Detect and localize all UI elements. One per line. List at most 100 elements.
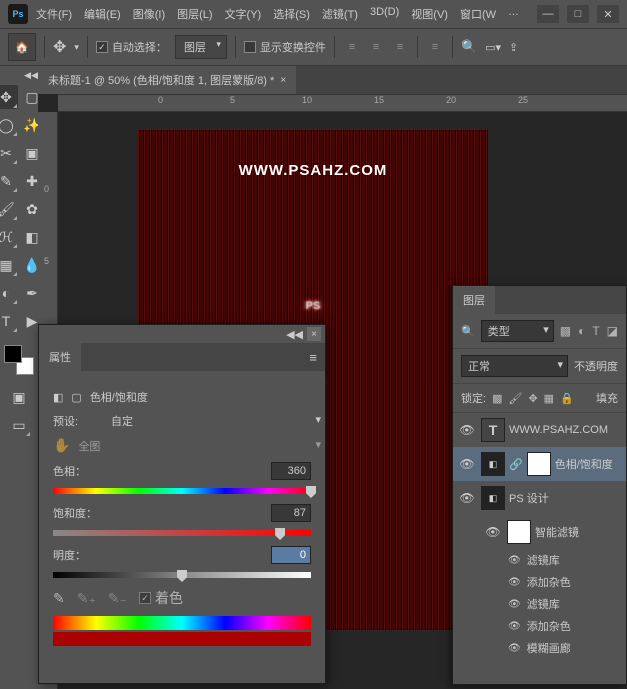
hand-icon[interactable]: ✋	[53, 437, 70, 454]
hue-value[interactable]: 360	[271, 462, 311, 480]
panel-menu-icon[interactable]: ≡	[309, 350, 317, 365]
saturation-value[interactable]: 87	[271, 504, 311, 522]
home-button[interactable]: 🏠	[8, 33, 36, 61]
layers-tab[interactable]: 图层	[453, 286, 495, 314]
hue-slider[interactable]	[53, 488, 311, 494]
hue-gradient-bottom	[53, 632, 311, 646]
lightness-slider[interactable]	[53, 572, 311, 578]
move-tool[interactable]: ✥	[0, 85, 18, 109]
lock-image-icon[interactable]: 🖌	[508, 392, 522, 405]
so-thumb: ◧	[481, 486, 505, 510]
menu-filter[interactable]: 滤镜(T)	[322, 6, 358, 22]
blend-mode-dropdown[interactable]: 正常	[461, 355, 568, 377]
eyedropper-icon[interactable]: ✎	[53, 590, 65, 607]
adjustment-name: 色相/饱和度	[90, 389, 148, 405]
menu-window[interactable]: 窗口(W	[460, 6, 496, 22]
search-icon[interactable]: 🔍	[461, 325, 475, 338]
visibility-icon[interactable]: 👁	[457, 457, 477, 471]
gradient-tool[interactable]: ▦	[0, 253, 18, 277]
document-tab[interactable]: 未标题-1 @ 50% (色相/饱和度 1, 图层蒙版/8) *×	[38, 65, 296, 94]
layer-smartobject[interactable]: 👁 ◧ PS 设计	[453, 481, 626, 515]
eyedropper-tool[interactable]: ✎	[0, 169, 18, 193]
filter-shape-icon[interactable]: ◪	[607, 324, 618, 338]
smart-filter-item[interactable]: 👁模糊画廊	[453, 637, 626, 659]
screen-mode-tool[interactable]: ▭	[7, 413, 31, 437]
eyedropper-sub-icon[interactable]: ✎₋	[108, 590, 127, 607]
color-swatches[interactable]	[4, 345, 34, 375]
channel-dropdown[interactable]: 全图	[78, 438, 311, 454]
lightness-value[interactable]: 0	[271, 546, 311, 564]
align-buttons[interactable]: ≡≡≡	[343, 38, 409, 56]
lock-all-icon[interactable]: 🔒	[560, 392, 574, 405]
menu-file[interactable]: 文件(F)	[36, 6, 72, 22]
ruler-horizontal: 0510152025	[58, 94, 627, 112]
layers-panel: 图层 🔍 类型 ▩ ◐ T ◪ 正常 不透明度 锁定: ▩ 🖌 ✥ ▦ 🔒 填充…	[452, 285, 627, 685]
visibility-icon[interactable]: 👁	[483, 525, 503, 539]
menu-select[interactable]: 选择(S)	[273, 6, 310, 22]
filter-pixel-icon[interactable]: ▩	[560, 324, 571, 338]
smart-filter-item[interactable]: 👁滤镜库	[453, 593, 626, 615]
menu-view[interactable]: 视图(V)	[411, 6, 448, 22]
show-transform-checkbox[interactable]: 显示变换控件	[244, 39, 326, 55]
menu-3d[interactable]: 3D(D)	[370, 6, 399, 22]
layer-adjustment[interactable]: 👁 ◧ 🔗 色相/饱和度	[453, 447, 626, 481]
dodge-tool[interactable]: ◐	[0, 281, 18, 305]
crop-tool[interactable]: ✂	[0, 141, 18, 165]
close-panel-icon[interactable]: ×	[307, 327, 321, 341]
history-brush-tool[interactable]: ℋ	[0, 225, 18, 249]
auto-select-target[interactable]: 图层	[175, 35, 227, 59]
filter-adjust-icon[interactable]: ◐	[578, 324, 585, 338]
saturation-slider[interactable]	[53, 530, 311, 536]
colorize-checkbox[interactable]: ✓着色	[139, 588, 183, 608]
main-menu: 文件(F) 编辑(E) 图像(I) 图层(L) 文字(Y) 选择(S) 滤镜(T…	[36, 6, 537, 22]
layer-text[interactable]: 👁 T WWW.PSAHZ.COM	[453, 413, 626, 447]
document-tabs: 未标题-1 @ 50% (色相/饱和度 1, 图层蒙版/8) *×	[38, 66, 627, 94]
collapse-icon[interactable]: ◀◀	[286, 328, 303, 341]
quickmask-tool[interactable]: ▣	[7, 385, 31, 409]
properties-tab[interactable]: 属性	[39, 343, 81, 371]
lock-position-icon[interactable]: ✥	[528, 392, 537, 405]
minimize-button[interactable]: —	[537, 5, 559, 23]
layer-smartfilters[interactable]: 👁 智能滤镜	[453, 515, 626, 549]
tools-panel: ◀◀ ✥▢ ◯✨ ✂▣ ✎✚ 🖌✿ ℋ◧ ▦💧 ◐✒ T▶ ▣ ▭	[0, 66, 38, 689]
smart-filter-item[interactable]: 👁添加杂色	[453, 571, 626, 593]
share-icon[interactable]: ⇪	[509, 41, 518, 54]
opacity-label: 不透明度	[574, 358, 618, 374]
expand-tools-icon[interactable]: ◀◀	[24, 70, 38, 81]
visibility-icon[interactable]: 👁	[457, 423, 477, 437]
smart-filter-item[interactable]: 👁滤镜库	[453, 549, 626, 571]
auto-select-checkbox[interactable]: ✓自动选择：	[96, 39, 167, 55]
menu-type[interactable]: 文字(Y)	[225, 6, 262, 22]
visibility-icon[interactable]: 👁	[457, 491, 477, 505]
menu-layer[interactable]: 图层(L)	[177, 6, 212, 22]
layer-filter-type[interactable]: 类型	[481, 320, 554, 342]
close-tab-icon[interactable]: ×	[280, 75, 286, 86]
fill-label: 填充	[596, 390, 618, 406]
dropdown-icon[interactable]: ▾	[74, 42, 79, 53]
type-tool[interactable]: T	[0, 309, 18, 333]
smart-filter-item[interactable]: 👁添加杂色	[453, 615, 626, 637]
lightness-label: 明度：	[53, 547, 103, 563]
hue-label: 色相：	[53, 463, 103, 479]
search-icon[interactable]: 🔍	[461, 39, 477, 55]
lock-artboard-icon[interactable]: ▦	[544, 392, 554, 405]
mask-thumb	[527, 452, 551, 476]
link-icon[interactable]: 🔗	[509, 458, 523, 471]
maximize-button[interactable]: □	[567, 5, 589, 23]
brush-tool[interactable]: 🖌	[0, 197, 18, 221]
title-bar: Ps 文件(F) 编辑(E) 图像(I) 图层(L) 文字(Y) 选择(S) 滤…	[0, 0, 627, 28]
menu-more[interactable]: …	[508, 6, 519, 22]
lasso-tool[interactable]: ◯	[0, 113, 18, 137]
distribute-buttons[interactable]: ≡	[426, 38, 444, 56]
filter-type-icon[interactable]: T	[592, 324, 599, 338]
lock-transparent-icon[interactable]: ▩	[492, 392, 502, 405]
menu-edit[interactable]: 编辑(E)	[84, 6, 121, 22]
preset-label: 预设:	[53, 413, 103, 429]
eyedropper-add-icon[interactable]: ✎₊	[77, 590, 96, 607]
close-button[interactable]: ✕	[597, 5, 619, 23]
workspace-icon[interactable]: ▭▾	[485, 41, 501, 54]
hue-gradient-top	[53, 616, 311, 630]
canvas-text-psahz: WWW.PSAHZ.COM	[138, 162, 488, 179]
menu-image[interactable]: 图像(I)	[133, 6, 165, 22]
preset-dropdown[interactable]: 自定	[111, 413, 311, 429]
